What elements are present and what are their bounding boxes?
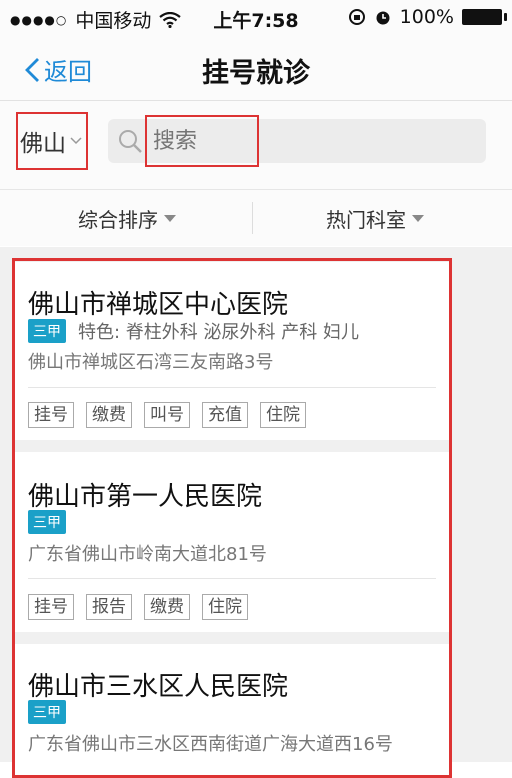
service-tag[interactable]: 缴费: [144, 594, 190, 620]
service-tag[interactable]: 住院: [260, 402, 306, 428]
battery-icon: [462, 9, 507, 25]
caret-down-icon: [164, 215, 176, 222]
grade-badge: 三甲: [28, 510, 66, 534]
card-divider: [28, 387, 436, 388]
service-tag[interactable]: 充值: [202, 402, 248, 428]
service-tag[interactable]: 挂号: [28, 594, 74, 620]
card-divider: [28, 578, 436, 579]
hospital-name: 佛山市禅城区中心医院: [28, 290, 289, 320]
chevron-down-icon: [70, 137, 82, 145]
hospital-address: 广东省佛山市三水区西南街道广海大道西16号: [28, 734, 393, 755]
department-filter-label: 热门科室: [326, 208, 406, 232]
alarm-icon: [376, 11, 390, 25]
navigation-bar: 返回 挂号就诊: [0, 36, 512, 101]
service-tag[interactable]: 住院: [202, 594, 248, 620]
page-title: 挂号就诊: [202, 58, 310, 89]
hospital-card[interactable]: 佛山市第一人民医院 三甲 广东省佛山市岭南大道北81号 挂号 报告 缴费 住院: [14, 452, 450, 632]
city-selector[interactable]: 佛山: [16, 112, 88, 170]
orientation-lock-icon: [348, 9, 365, 25]
grade-badge: 三甲: [28, 700, 66, 724]
search-input[interactable]: [145, 115, 259, 167]
city-label: 佛山: [20, 131, 66, 157]
service-tags: 挂号 报告 缴费 住院: [28, 594, 248, 620]
service-tag[interactable]: 挂号: [28, 402, 74, 428]
grade-badge: 三甲: [28, 319, 66, 343]
service-tag[interactable]: 报告: [86, 594, 132, 620]
service-tag[interactable]: 缴费: [86, 402, 132, 428]
search-icon: [119, 130, 142, 153]
filter-divider: [252, 202, 253, 234]
service-tag[interactable]: 叫号: [144, 402, 190, 428]
caret-down-icon: [412, 215, 424, 222]
hospital-address: 佛山市禅城区石湾三友南路3号: [28, 352, 274, 373]
sort-filter[interactable]: 综合排序: [78, 204, 176, 233]
sort-filter-label: 综合排序: [78, 208, 158, 232]
hospital-specialty: 特色: 脊柱外科 泌尿外科 产科 妇儿: [78, 322, 359, 343]
hospital-address: 广东省佛山市岭南大道北81号: [28, 544, 267, 565]
department-filter[interactable]: 热门科室: [326, 204, 424, 233]
status-bar: ●●●●○ 中国移动 上午7:58 100%: [0, 0, 512, 36]
hospital-name: 佛山市三水区人民医院: [28, 672, 289, 702]
hospital-card[interactable]: 佛山市禅城区中心医院 三甲 特色: 脊柱外科 泌尿外科 产科 妇儿 佛山市禅城区…: [14, 262, 450, 440]
filter-bar: 综合排序 热门科室: [0, 189, 512, 246]
hospital-card[interactable]: 佛山市三水区人民医院 三甲 广东省佛山市三水区西南街道广海大道西16号: [14, 644, 450, 762]
hospital-name: 佛山市第一人民医院: [28, 482, 263, 512]
battery-percent: 100%: [399, 6, 454, 28]
service-tags: 挂号 缴费 叫号 充值 住院: [28, 402, 306, 428]
